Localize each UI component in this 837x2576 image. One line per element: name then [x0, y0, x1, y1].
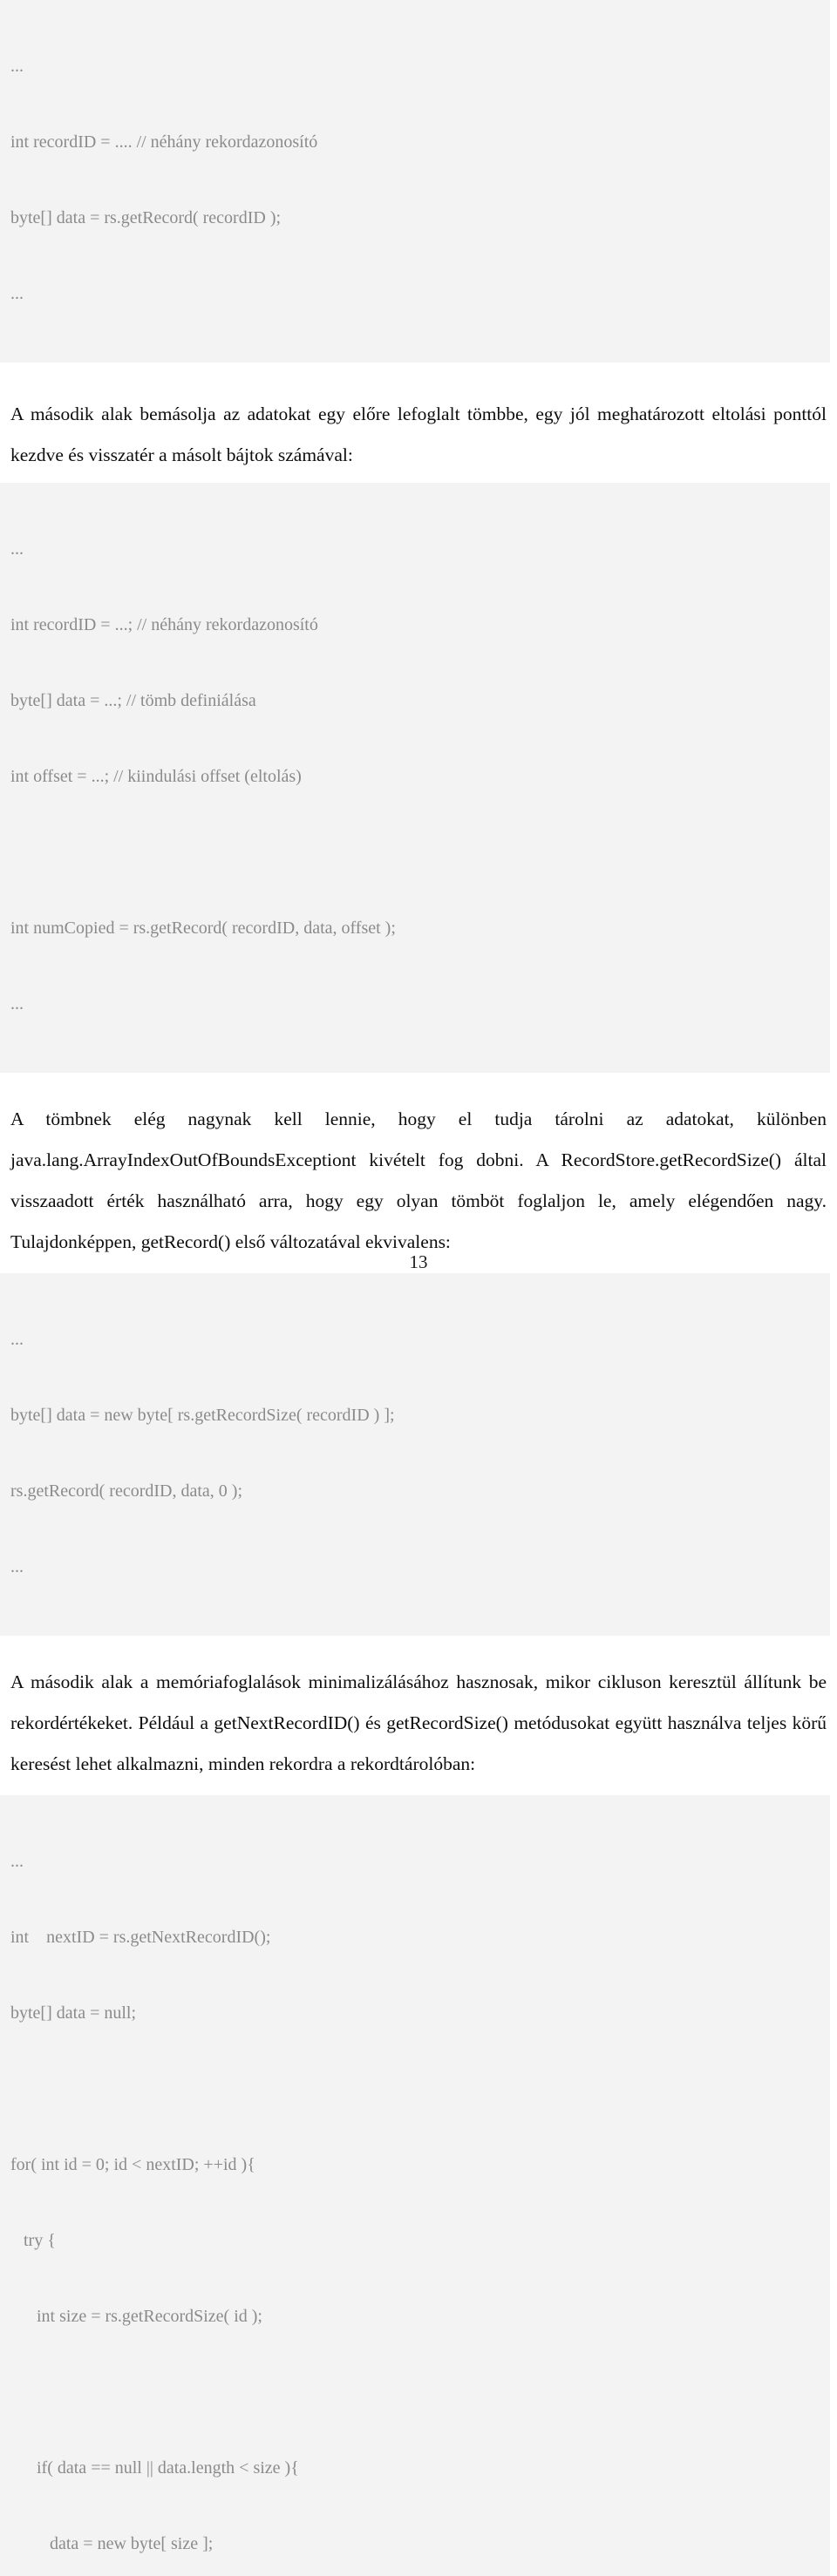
code-line: byte[] data = new byte[ rs.getRecordSize… [10, 1406, 395, 1425]
code-line: try { [10, 2231, 56, 2250]
code-line: ... [10, 539, 24, 559]
code-line: byte[] data = ...; // tömb definiálása [10, 691, 256, 710]
code-line: int nextID = rs.getNextRecordID(); [10, 1928, 271, 1947]
code-line: if( data == null || data.length < size )… [10, 2458, 299, 2478]
code-line: byte[] data = rs.getRecord( recordID ); [10, 208, 282, 227]
code-line: int offset = ...; // kiindulási offset (… [10, 767, 302, 786]
code-block-4: ... int nextID = rs.getNextRecordID(); b… [0, 1795, 830, 2576]
paragraph-memory-minimization: A második alak a memóriafoglalások minim… [10, 1671, 827, 1774]
code-block-1: ... int recordID = .... // néhány rekord… [0, 0, 830, 363]
code-line: ... [10, 1852, 24, 1871]
code-line: ... [10, 994, 24, 1013]
code-line: ... [10, 284, 24, 303]
document-page: ... int recordID = .... // néhány rekord… [0, 0, 837, 2576]
code-line: byte[] data = null; [10, 2003, 137, 2023]
code-line: data = new byte[ size ]; [10, 2534, 214, 2553]
code-block-3: ... byte[] data = new byte[ rs.getRecord… [0, 1273, 830, 1636]
code-line: ... [10, 1330, 24, 1349]
code-line: int size = rs.getRecordSize( id ); [10, 2307, 262, 2326]
paragraph-array-size-exception: A tömbnek elég nagynak kell lennie, hogy… [10, 1108, 827, 1252]
code-line: ... [10, 57, 24, 76]
code-line: int numCopied = rs.getRecord( recordID, … [10, 919, 396, 938]
code-line: ... [10, 1557, 24, 1576]
code-line: int recordID = .... // néhány rekordazon… [10, 132, 318, 152]
code-line: int recordID = ...; // néhány rekordazon… [10, 615, 318, 634]
code-line: rs.getRecord( recordID, data, 0 ); [10, 1481, 242, 1501]
page-number: 13 [409, 1251, 428, 1272]
code-block-2: ... int recordID = ...; // néhány rekord… [0, 483, 830, 1073]
paragraph-second-form-description: A második alak bemásolja az adatokat egy… [10, 403, 827, 465]
code-line: for( int id = 0; id < nextID; ++id ){ [10, 2155, 255, 2174]
